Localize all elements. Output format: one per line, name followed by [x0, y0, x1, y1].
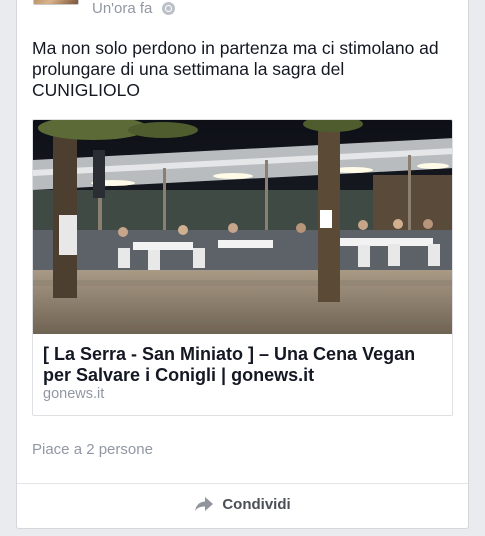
- globe-icon: [162, 2, 176, 15]
- link-domain: gonews.it: [43, 386, 105, 402]
- share-label: Condividi: [222, 495, 291, 513]
- post-card: Un'ora fa Ma non solo perdono in partenz…: [16, 0, 469, 529]
- post-meta: Un'ora fa: [92, 0, 176, 17]
- avatar[interactable]: [33, 0, 79, 5]
- share-arrow-icon: [195, 497, 214, 511]
- post-text: Ma non solo perdono in partenza ma ci st…: [32, 38, 439, 100]
- likes-count[interactable]: Piace a 2 persone: [32, 441, 153, 458]
- link-preview[interactable]: [ La Serra - San Miniato ] – Una Cena Ve…: [32, 119, 453, 416]
- link-title[interactable]: [ La Serra - San Miniato ] – Una Cena Ve…: [43, 344, 443, 386]
- share-button[interactable]: Condividi: [17, 484, 468, 524]
- timestamp[interactable]: Un'ora fa: [92, 0, 152, 17]
- link-preview-image[interactable]: [33, 120, 453, 334]
